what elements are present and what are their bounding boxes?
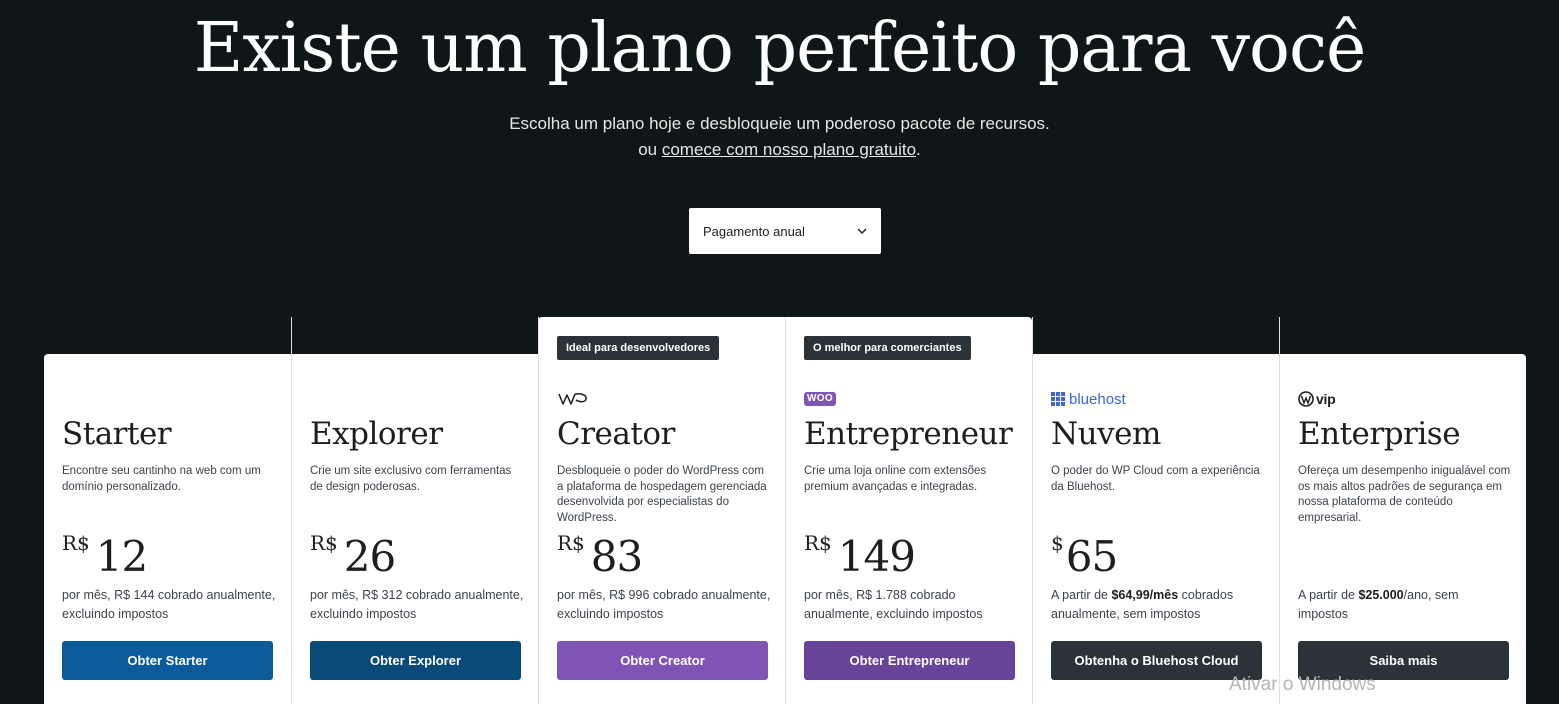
price-note: A partir de $25.000/ano, sem impostos	[1298, 586, 1468, 624]
plan-price: R$ 83	[557, 530, 643, 584]
plan-name: Starter	[62, 416, 172, 452]
get-entrepreneur-button[interactable]: Obter Entrepreneur	[804, 641, 1015, 680]
price-currency: R$	[310, 531, 338, 555]
get-creator-button[interactable]: Obter Creator	[557, 641, 768, 680]
chevron-down-icon	[857, 225, 867, 237]
plan-name: Nuvem	[1051, 416, 1161, 452]
billing-period-value: Pagamento anual	[703, 223, 805, 239]
plan-card-explorer: Explorer Crie um site exclusivo com ferr…	[291, 317, 538, 704]
price-currency: R$	[804, 531, 832, 555]
bluehost-logo-icon: bluehost	[1051, 389, 1126, 409]
price-note: por mês, R$ 312 cobrado anualmente, excl…	[310, 588, 524, 621]
page-title: Existe um plano perfeito para você	[193, 9, 1367, 88]
pricing-page: Existe um plano perfeito para você Escol…	[0, 0, 1559, 704]
plan-price: R$ 12	[62, 530, 148, 584]
plan-card-creator: Ideal para desenvolvedores Creator Desbl…	[538, 317, 785, 704]
price-note-amount: $25.000	[1358, 588, 1404, 602]
price-note-prefix: A partir de	[1051, 588, 1112, 602]
price-note: por mês, R$ 996 cobrado anualmente, excl…	[557, 588, 771, 621]
price-note: A partir de $64,99/mês cobrados anualmen…	[1051, 586, 1269, 624]
plan-name: Entrepreneur	[804, 416, 1013, 452]
price-note-amount: $64,99/mês	[1111, 588, 1179, 602]
plan-card-nuvem: bluehost Nuvem O poder do WP Cloud com a…	[1032, 317, 1279, 704]
free-plan-prefix: ou	[638, 140, 662, 159]
vip-logo-text: vip	[1316, 391, 1336, 407]
windows-activation-watermark: Ativar o Windows	[1229, 674, 1376, 695]
plan-description: Crie um site exclusivo com ferramentas d…	[310, 465, 512, 493]
plan-description: Desbloqueie o poder do WordPress com a p…	[557, 465, 767, 524]
price-amount: 65	[1065, 532, 1118, 581]
woo-logo-text: WOO	[804, 392, 836, 406]
plan-price: $ 65	[1051, 530, 1118, 584]
free-plan-suffix: .	[916, 140, 921, 159]
price-currency: $	[1051, 531, 1064, 555]
price-amount: 12	[95, 532, 148, 581]
price-amount: 26	[343, 532, 396, 581]
woo-logo-icon: WOO	[804, 389, 836, 409]
get-explorer-button[interactable]: Obter Explorer	[310, 641, 521, 680]
billing-period-select[interactable]: Pagamento anual	[689, 208, 881, 254]
plan-description: Crie uma loja online com extensões premi…	[804, 465, 987, 493]
price-amount: 83	[590, 532, 643, 581]
plan-description: Ofereça um desempenho inigualável com os…	[1298, 465, 1511, 524]
plan-name: Enterprise	[1298, 416, 1461, 452]
price-currency: R$	[557, 531, 585, 555]
plan-name: Creator	[557, 416, 675, 452]
plan-card-enterprise: vip Enterprise Ofereça um desempenho ini…	[1279, 317, 1526, 704]
get-starter-button[interactable]: Obter Starter	[62, 641, 273, 680]
plan-price: R$ 149	[804, 530, 916, 584]
plan-card-entrepreneur: O melhor para comerciantes WOO Entrepren…	[785, 317, 1032, 704]
price-note-prefix: A partir de	[1298, 588, 1359, 602]
price-currency: R$	[62, 531, 90, 555]
price-amount: 149	[837, 532, 916, 581]
plan-card-starter: Starter Encontre seu cantinho na web com…	[44, 317, 291, 704]
bluehost-grid-icon	[1051, 392, 1065, 406]
price-note: por mês, R$ 144 cobrado anualmente, excl…	[62, 588, 276, 621]
bluehost-logo-text: bluehost	[1069, 390, 1126, 408]
subtitle-line: Escolha um plano hoje e desbloqueie um p…	[509, 114, 1050, 133]
plan-description: O poder do WP Cloud com a experiência da…	[1051, 465, 1260, 493]
price-note: por mês, R$ 1.788 cobrado anualmente, ex…	[804, 588, 983, 621]
plan-price: R$ 26	[310, 530, 396, 584]
plan-badge: O melhor para comerciantes	[804, 336, 971, 360]
free-plan-link[interactable]: comece com nosso plano gratuito	[662, 140, 916, 159]
wordpress-vip-logo-icon: vip	[1298, 389, 1336, 409]
plan-description: Encontre seu cantinho na web com um domí…	[62, 465, 261, 493]
plan-name: Explorer	[310, 416, 443, 452]
free-plan-line: ou comece com nosso plano gratuito.	[0, 137, 1559, 163]
wp-cloud-logo-icon	[557, 389, 589, 409]
hero-subtitle: Escolha um plano hoje e desbloqueie um p…	[0, 111, 1559, 163]
plan-badge: Ideal para desenvolvedores	[557, 336, 720, 360]
